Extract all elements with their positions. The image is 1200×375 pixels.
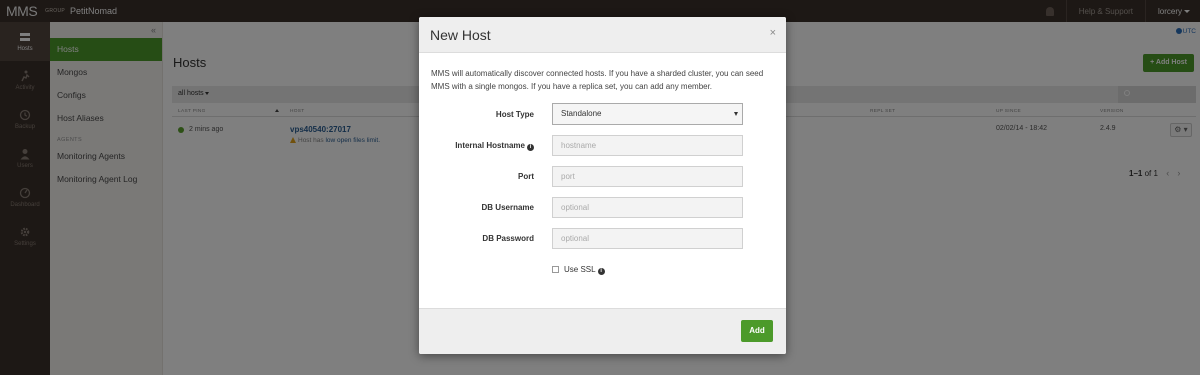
- internal-hostname-input[interactable]: hostname: [552, 135, 743, 156]
- internal-hostname-label: Internal Hostname i: [419, 141, 534, 151]
- close-icon[interactable]: ×: [770, 27, 776, 39]
- db-username-input[interactable]: optional: [552, 197, 743, 218]
- dialog-title: New Host: [430, 27, 491, 43]
- use-ssl-label[interactable]: Use SSL: [564, 265, 596, 274]
- dialog-footer: Add: [419, 308, 786, 354]
- host-type-label: Host Type: [495, 110, 534, 119]
- host-type-value: Standalone: [561, 109, 602, 118]
- caret-down-icon: [734, 112, 738, 116]
- host-type-select[interactable]: Standalone: [552, 103, 743, 125]
- use-ssl-checkbox[interactable]: [552, 266, 559, 273]
- port-input[interactable]: port: [552, 166, 743, 187]
- port-label: Port: [518, 172, 534, 181]
- db-username-label: DB Username: [481, 203, 534, 212]
- db-password-input[interactable]: optional: [552, 228, 743, 249]
- info-icon[interactable]: i: [527, 144, 534, 151]
- info-icon[interactable]: i: [597, 268, 605, 275]
- dialog-description: MMS will automatically discover connecte…: [431, 69, 764, 91]
- dialog-header: New Host ×: [419, 17, 786, 53]
- new-host-dialog: New Host × MMS will automatically discov…: [419, 17, 786, 354]
- internal-hostname-label-text: Internal Hostname: [455, 141, 525, 150]
- db-password-label: DB Password: [482, 234, 534, 243]
- add-button[interactable]: Add: [741, 320, 773, 342]
- use-ssl-row: Use SSL i: [552, 265, 605, 275]
